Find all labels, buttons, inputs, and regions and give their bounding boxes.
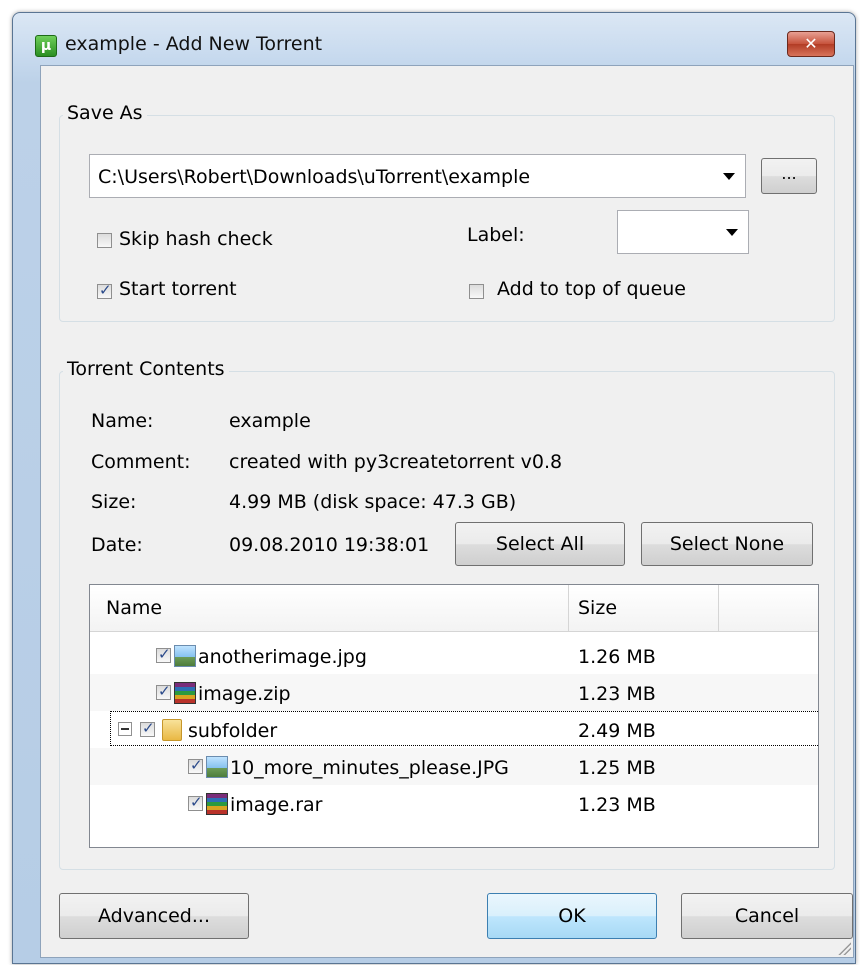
folder-name: subfolder bbox=[188, 720, 278, 742]
start-torrent-checkbox[interactable] bbox=[97, 281, 112, 299]
utorrent-icon: µ bbox=[35, 35, 57, 57]
image-file-icon bbox=[174, 645, 196, 667]
label-combobox[interactable] bbox=[617, 210, 749, 254]
folder-row[interactable]: subfolder 2.49 MB bbox=[90, 711, 818, 748]
file-row[interactable]: image.rar 1.23 MB bbox=[90, 785, 818, 822]
column-divider[interactable] bbox=[718, 585, 719, 631]
file-name: 10_more_minutes_please.JPG bbox=[230, 757, 509, 779]
folder-checkbox[interactable] bbox=[140, 719, 155, 737]
file-size: 1.23 MB bbox=[578, 794, 656, 816]
cancel-button[interactable]: Cancel bbox=[681, 893, 853, 939]
save-path-value: C:\Users\Robert\Downloads\uTorrent\examp… bbox=[98, 166, 531, 188]
chevron-down-icon[interactable] bbox=[723, 173, 735, 180]
save-as-group-title: Save As bbox=[63, 102, 147, 124]
label-caption: Label: bbox=[467, 224, 525, 246]
resize-grip-icon[interactable] bbox=[835, 939, 851, 955]
folder-size: 2.49 MB bbox=[578, 720, 656, 742]
file-tree-list[interactable]: Name Size anotherimage.jpg 1.26 MB image… bbox=[89, 584, 819, 848]
start-torrent-label[interactable]: Start torrent bbox=[119, 278, 237, 300]
column-header-size[interactable]: Size bbox=[578, 597, 617, 619]
list-header: Name Size bbox=[90, 585, 818, 632]
file-row[interactable]: 10_more_minutes_please.JPG 1.25 MB bbox=[90, 748, 818, 785]
chevron-down-icon[interactable] bbox=[726, 229, 738, 236]
file-size: 1.26 MB bbox=[578, 646, 656, 668]
name-value: example bbox=[229, 410, 311, 432]
ok-button[interactable]: OK bbox=[487, 893, 657, 939]
file-size: 1.25 MB bbox=[578, 757, 656, 779]
size-value: 4.99 MB (disk space: 47.3 GB) bbox=[229, 491, 517, 513]
add-to-top-label[interactable]: Add to top of queue bbox=[497, 278, 686, 300]
save-path-combobox[interactable]: C:\Users\Robert\Downloads\uTorrent\examp… bbox=[89, 154, 746, 198]
title-bar[interactable]: µ example - Add New Torrent ✕ bbox=[13, 13, 855, 65]
select-none-button[interactable]: Select None bbox=[641, 522, 813, 566]
folder-icon bbox=[162, 719, 182, 741]
size-label: Size: bbox=[91, 491, 137, 513]
comment-value: created with py3createtorrent v0.8 bbox=[229, 451, 563, 473]
torrent-contents-group-title: Torrent Contents bbox=[63, 358, 229, 380]
file-name: anotherimage.jpg bbox=[198, 646, 367, 668]
date-label: Date: bbox=[91, 534, 143, 556]
file-checkbox[interactable] bbox=[188, 756, 203, 774]
add-to-top-checkbox[interactable] bbox=[469, 284, 484, 299]
column-divider[interactable] bbox=[568, 585, 569, 631]
file-name: image.zip bbox=[198, 683, 291, 705]
dialog-body: Save As C:\Users\Robert\Downloads\uTorre… bbox=[40, 65, 854, 958]
skip-hash-check-label[interactable]: Skip hash check bbox=[119, 228, 273, 250]
window-title: example - Add New Torrent bbox=[65, 33, 323, 55]
archive-file-icon bbox=[206, 793, 228, 815]
name-label: Name: bbox=[91, 410, 154, 432]
file-checkbox[interactable] bbox=[188, 793, 203, 811]
comment-label: Comment: bbox=[91, 451, 191, 473]
select-all-button[interactable]: Select All bbox=[455, 522, 625, 566]
file-row[interactable]: image.zip 1.23 MB bbox=[90, 674, 818, 711]
advanced-button[interactable]: Advanced... bbox=[59, 893, 249, 939]
file-size: 1.23 MB bbox=[578, 683, 656, 705]
date-value: 09.08.2010 19:38:01 bbox=[229, 534, 430, 556]
archive-file-icon bbox=[174, 682, 196, 704]
file-row[interactable]: anotherimage.jpg 1.26 MB bbox=[90, 637, 818, 674]
close-button[interactable]: ✕ bbox=[787, 31, 835, 57]
file-checkbox[interactable] bbox=[156, 645, 171, 663]
dialog-window: µ example - Add New Torrent ✕ Save As C:… bbox=[12, 12, 856, 964]
file-name: image.rar bbox=[230, 794, 323, 816]
browse-button[interactable]: ... bbox=[761, 158, 817, 194]
image-file-icon bbox=[206, 756, 228, 778]
skip-hash-check-checkbox[interactable] bbox=[97, 233, 112, 248]
column-header-name[interactable]: Name bbox=[106, 597, 162, 619]
collapse-icon[interactable] bbox=[118, 722, 132, 736]
file-checkbox[interactable] bbox=[156, 682, 171, 700]
